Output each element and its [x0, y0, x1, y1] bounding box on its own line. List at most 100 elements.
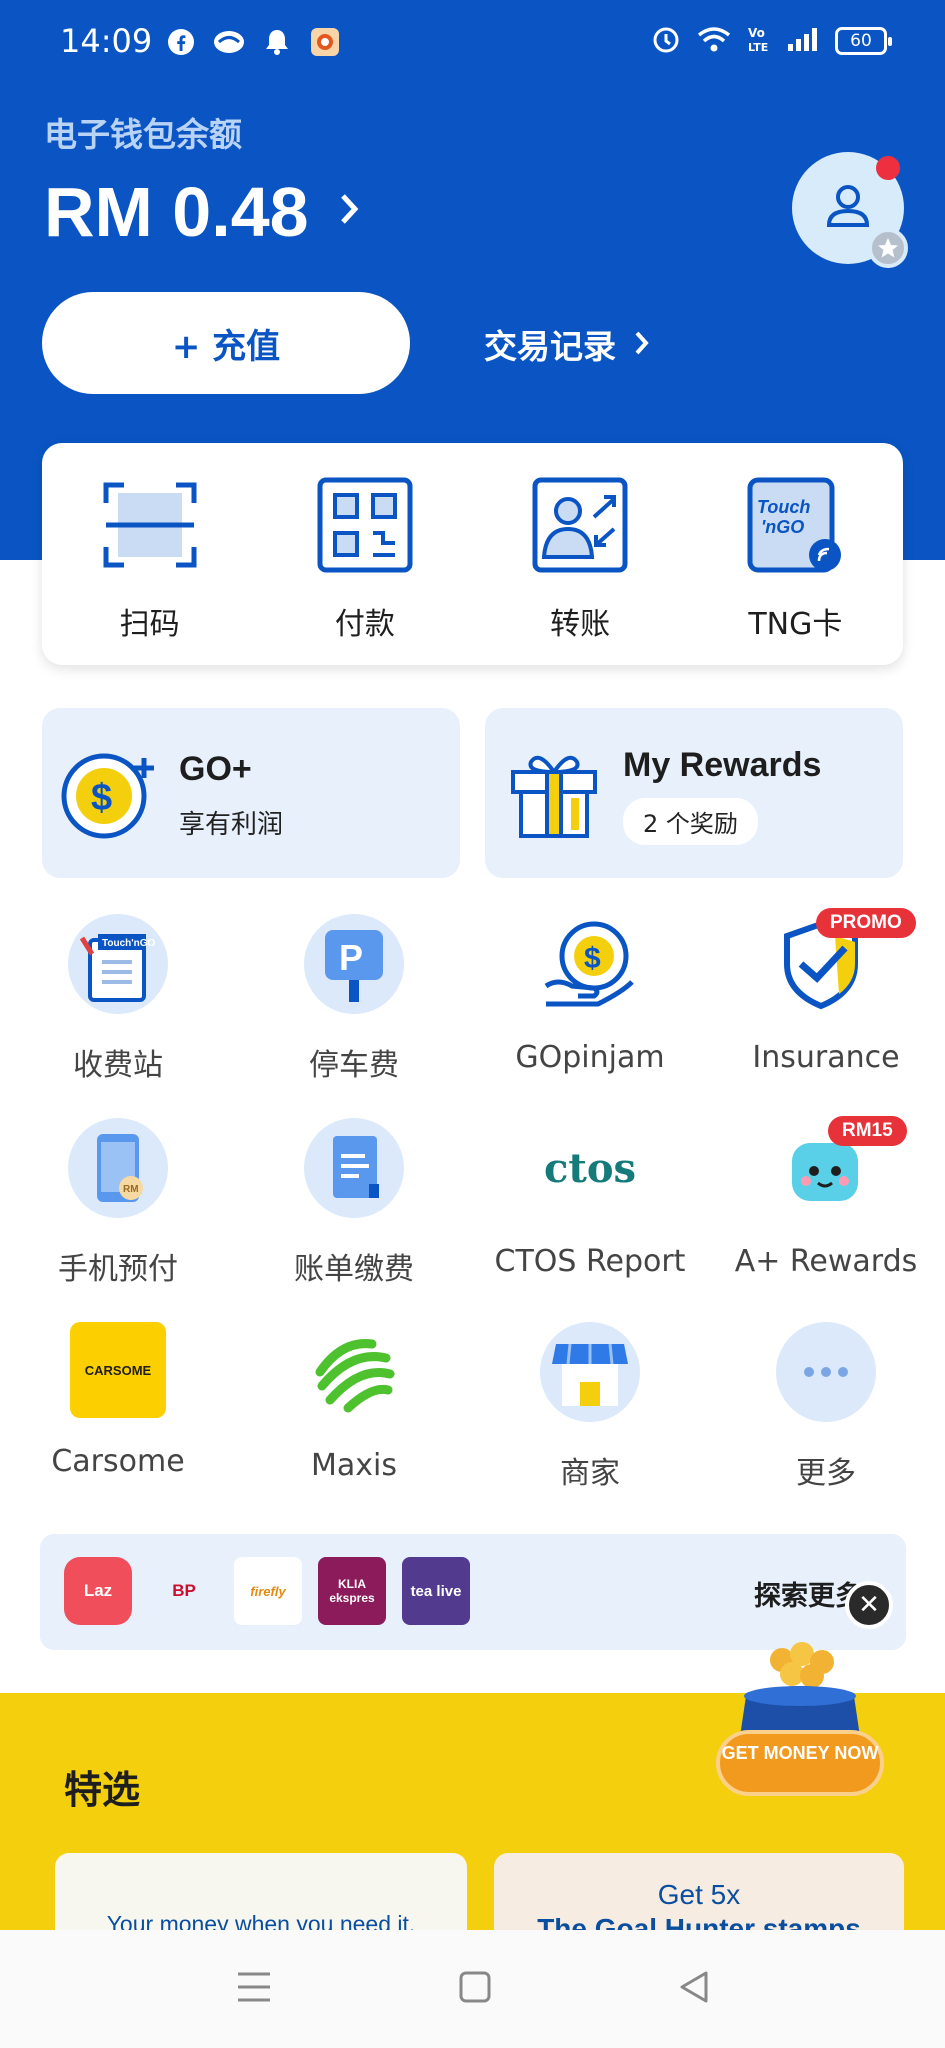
svg-text:Touch'nGO: Touch'nGO [102, 938, 156, 949]
notification-icons [165, 26, 341, 58]
quick-action-label: TNG卡 [748, 607, 843, 642]
quick-action-label: 转账 [550, 607, 611, 642]
quick-action-scan[interactable]: 扫码 [42, 443, 257, 665]
service-merchant[interactable]: 商家 [472, 1322, 708, 1492]
system-nav-bar [0, 1930, 945, 2048]
quick-action-transfer[interactable]: 转账 [473, 443, 688, 665]
go-plus-coin-icon: $ [60, 748, 156, 844]
aplus-icon: RM15 [776, 1116, 907, 1218]
service-more[interactable]: 更多 [708, 1322, 944, 1492]
service-label: 手机预付 [58, 1252, 178, 1287]
bill-icon [304, 1118, 404, 1218]
notification-dot [876, 156, 900, 180]
lazada-logo: Laz [64, 1557, 132, 1625]
service-label: 停车费 [309, 1048, 399, 1083]
battery-icon: 60 [835, 27, 892, 55]
svg-text:$: $ [584, 942, 601, 975]
service-label: 收费站 [73, 1048, 163, 1083]
wallet-balance-label: 电子钱包余额 [44, 115, 242, 154]
svg-text:$: $ [91, 777, 112, 819]
featured-title: 特选 [64, 1768, 141, 1812]
svg-text:Vo: Vo [748, 26, 765, 40]
service-aplus-rewards[interactable]: RM15 A+ Rewards [708, 1116, 944, 1279]
facebook-icon [165, 26, 197, 58]
rm15-badge: RM15 [828, 1116, 907, 1146]
service-label: Carsome [51, 1444, 185, 1479]
status-time: 14:09 [60, 22, 153, 60]
transactions-link[interactable]: 交易记录 [484, 320, 650, 368]
game-app-icon [309, 26, 341, 58]
service-parking[interactable]: P 停车费 [236, 914, 472, 1084]
gift-icon [509, 748, 599, 844]
ctos-logo-text: ctos [543, 1144, 637, 1192]
partners-strip[interactable]: Laz BP firefly KLIA ekspres tea live 探索更… [40, 1534, 906, 1650]
signal-icon [787, 26, 819, 56]
service-label: 账单缴费 [294, 1252, 414, 1287]
menu-icon[interactable] [236, 1971, 272, 2007]
user-icon [823, 181, 873, 235]
service-label: GOpinjam [515, 1040, 665, 1075]
reload-button[interactable]: + 充值 [42, 292, 410, 394]
app-root: 14:09 Vo LTE 60 电子钱包余额 RM 0.48 + 充值 交易记录… [0, 0, 945, 2048]
prepaid-icon: RM [68, 1118, 168, 1218]
my-rewards-title: My Rewards [623, 746, 822, 784]
svg-text:RM: RM [123, 1184, 139, 1195]
chevron-right-icon [634, 325, 650, 364]
rewards-count-pill: 2 个奖励 [623, 798, 758, 845]
bp-logo: BP [172, 1581, 196, 1600]
scan-icon [102, 477, 198, 573]
go-plus-title: GO+ [179, 750, 252, 788]
app-notification-icon [213, 26, 245, 58]
service-label: A+ Rewards [734, 1244, 918, 1279]
service-label: 更多 [796, 1456, 856, 1491]
klia-ekspres-logo: KLIA ekspres [318, 1557, 386, 1625]
more-icon [776, 1322, 876, 1422]
my-rewards-card[interactable]: My Rewards 2 个奖励 [485, 708, 903, 878]
alarm-icon [651, 24, 681, 58]
promo-badge: PROMO [816, 908, 916, 938]
volte-icon: Vo LTE [747, 24, 771, 58]
back-triangle-icon[interactable] [678, 1970, 710, 2008]
get-money-now-button[interactable]: GET MONEY NOW [716, 1730, 884, 1796]
go-plus-card[interactable]: $ GO+ 享有利润 [42, 708, 460, 878]
service-maxis[interactable]: Maxis [236, 1322, 472, 1483]
qr-pay-icon [317, 477, 413, 573]
tealive-logo: tea live [402, 1557, 470, 1625]
quick-action-label: 扫码 [119, 607, 180, 642]
wifi-icon [697, 25, 731, 57]
home-square-icon[interactable] [458, 1970, 492, 2008]
bell-icon [261, 26, 293, 58]
profile-avatar[interactable] [792, 152, 908, 268]
maxis-icon [304, 1322, 404, 1422]
service-carsome[interactable]: CARSOME Carsome [0, 1322, 236, 1479]
carsome-icon: CARSOME [70, 1322, 166, 1418]
service-gopinjam[interactable]: $ GOpinjam [472, 914, 708, 1075]
tng-card-icon: Touch'nGO [747, 477, 843, 573]
star-icon [868, 228, 908, 268]
loan-icon: $ [540, 914, 640, 1014]
service-toll[interactable]: Touch'nGO 收费站 [0, 914, 236, 1084]
go-plus-subtitle: 享有利润 [179, 810, 284, 840]
service-ctos[interactable]: ctos CTOS Report [472, 1118, 708, 1280]
svg-text:Touch: Touch [757, 497, 810, 517]
service-insurance[interactable]: PROMO Insurance [708, 908, 944, 1075]
balance-amount[interactable]: RM 0.48 [44, 172, 359, 252]
service-bill[interactable]: 账单缴费 [236, 1118, 472, 1288]
service-label: Insurance [752, 1040, 900, 1075]
transfer-icon [532, 477, 628, 573]
insurance-icon: PROMO [776, 908, 916, 1014]
service-prepaid[interactable]: RM 手机预付 [0, 1118, 236, 1288]
service-label: 商家 [560, 1456, 620, 1491]
quick-action-tng-card[interactable]: Touch'nGO TNG卡 [688, 443, 903, 665]
featured-card-headline: Get 5x [657, 1879, 741, 1910]
svg-text:P: P [339, 937, 363, 978]
parking-icon: P [304, 914, 404, 1014]
quick-actions-card: 扫码 付款 转账 Touch'nGO TNG卡 [42, 443, 903, 665]
service-label: Maxis [311, 1448, 397, 1483]
quick-action-label: 付款 [334, 607, 395, 642]
system-icons: Vo LTE 60 [651, 24, 892, 58]
quick-action-pay[interactable]: 付款 [257, 443, 472, 665]
balance-value: RM 0.48 [44, 173, 309, 251]
svg-text:LTE: LTE [748, 41, 768, 54]
close-icon[interactable]: ✕ [845, 1581, 893, 1629]
